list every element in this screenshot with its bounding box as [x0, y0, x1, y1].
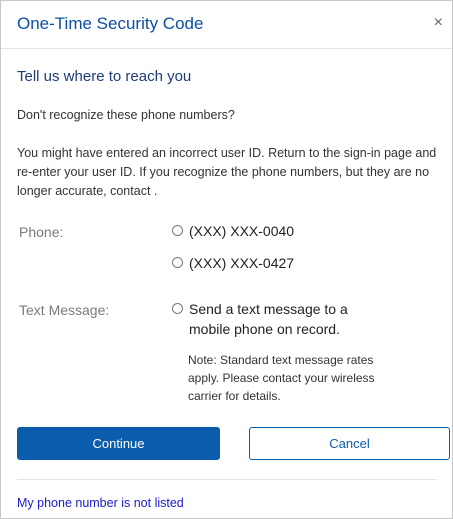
- radio-button-icon[interactable]: [172, 225, 183, 236]
- dialog-header: One-Time Security Code ×: [1, 1, 452, 49]
- radio-button-icon[interactable]: [172, 257, 183, 268]
- phone-not-listed-link[interactable]: My phone number is not listed: [17, 496, 184, 510]
- close-icon[interactable]: ×: [434, 13, 443, 33]
- rates-note: Note: Standard text message rates apply.…: [188, 353, 375, 403]
- text-message-label: Text Message:: [19, 302, 110, 318]
- phone-option-label: (XXX) XXX-0040: [189, 223, 295, 239]
- continue-button[interactable]: Continue: [17, 427, 220, 460]
- explanation-text: You might have entered an incorrect user…: [17, 146, 437, 198]
- text-message-option-label: Send a text message to a mobile phone on…: [189, 301, 348, 337]
- security-code-dialog: One-Time Security Code × Tell us where t…: [0, 0, 453, 519]
- question-text: Don't recognize these phone numbers?: [17, 108, 235, 122]
- cancel-button[interactable]: Cancel: [249, 427, 450, 460]
- phone-option-label: (XXX) XXX-0427: [189, 255, 295, 271]
- footer-divider: [17, 479, 437, 480]
- phone-option-2[interactable]: (XXX) XXX-0427: [172, 253, 294, 273]
- phone-label: Phone:: [19, 224, 64, 240]
- dialog-title: One-Time Security Code: [17, 14, 204, 33]
- section-heading: Tell us where to reach you: [17, 68, 192, 85]
- phone-option-1[interactable]: (XXX) XXX-0040: [172, 221, 294, 241]
- radio-button-icon[interactable]: [172, 303, 183, 314]
- text-message-option[interactable]: Send a text message to a mobile phone on…: [172, 299, 379, 339]
